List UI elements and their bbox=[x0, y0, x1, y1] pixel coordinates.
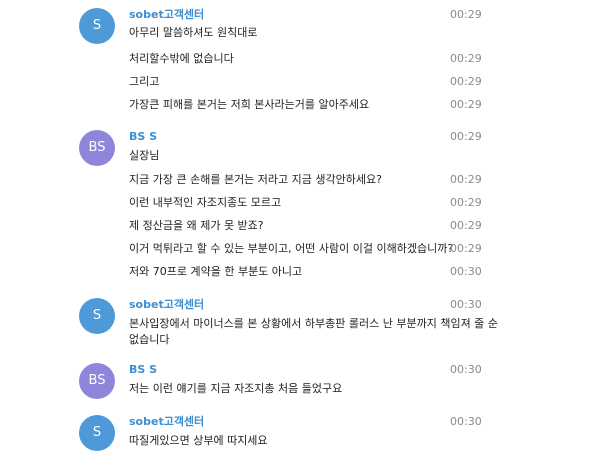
message-time: 00:29 bbox=[450, 98, 482, 111]
message-text: 저와 70프로 계약을 한 부분도 아니고 bbox=[129, 265, 303, 278]
message-text: 저는 이런 얘기를 지금 자조지총 처음 들었구요 bbox=[129, 382, 343, 395]
avatar[interactable]: S bbox=[79, 415, 115, 451]
message-text: 실장님 bbox=[129, 149, 160, 162]
sender-name[interactable]: BS S bbox=[129, 130, 157, 144]
avatar[interactable]: BS bbox=[79, 363, 115, 399]
message-time: 00:30 bbox=[450, 265, 482, 278]
message-time: 00:29 bbox=[450, 75, 482, 88]
message-text: 지금 가장 큰 손해를 본거는 저라고 지금 생각안하세요? bbox=[129, 173, 382, 186]
message-time: 00:30 bbox=[450, 415, 482, 428]
message-text: 아무리 말씀하셔도 원칙대로 bbox=[129, 26, 258, 39]
message-time: 00:30 bbox=[450, 363, 482, 376]
chat-log: S sobet고객센터 00:29 아무리 말씀하셔도 원칙대로 처리할수밖에 … bbox=[0, 0, 600, 463]
message-time: 00:29 bbox=[450, 8, 482, 21]
message-text: 제 정산금을 왜 제가 못 받죠? bbox=[129, 219, 264, 232]
message-text: 따질게있으면 상부에 따지세요 bbox=[129, 434, 268, 447]
message-text: 처리할수밖에 없습니다 bbox=[129, 52, 234, 65]
sender-name[interactable]: sobet고객센터 bbox=[129, 415, 204, 429]
avatar[interactable]: BS bbox=[79, 130, 115, 166]
sender-name[interactable]: BS S bbox=[129, 363, 157, 377]
sender-name[interactable]: sobet고객센터 bbox=[129, 298, 204, 312]
avatar[interactable]: S bbox=[79, 8, 115, 44]
message-text: 본사입장에서 마이너스를 본 상황에서 하부총판 롤러스 난 부분까지 책임져 … bbox=[129, 317, 498, 346]
message-time: 00:29 bbox=[450, 130, 482, 143]
avatar[interactable]: S bbox=[79, 298, 115, 334]
message-time: 00:30 bbox=[450, 298, 482, 311]
message-time: 00:29 bbox=[450, 242, 482, 255]
message-time: 00:29 bbox=[450, 196, 482, 209]
message-text: 이거 먹튀라고 할 수 있는 부분이고, 어떤 사람이 이걸 이해하겠습니까? bbox=[129, 242, 454, 255]
message-time: 00:29 bbox=[450, 219, 482, 232]
message-text: 가장큰 피해를 본거는 저희 본사라는거를 알아주세요 bbox=[129, 98, 370, 111]
message-text: 이런 내부적인 자조지종도 모르고 bbox=[129, 196, 282, 209]
sender-name[interactable]: sobet고객센터 bbox=[129, 8, 204, 22]
message-time: 00:29 bbox=[450, 173, 482, 186]
message-text: 그리고 bbox=[129, 75, 160, 88]
message-time: 00:29 bbox=[450, 52, 482, 65]
